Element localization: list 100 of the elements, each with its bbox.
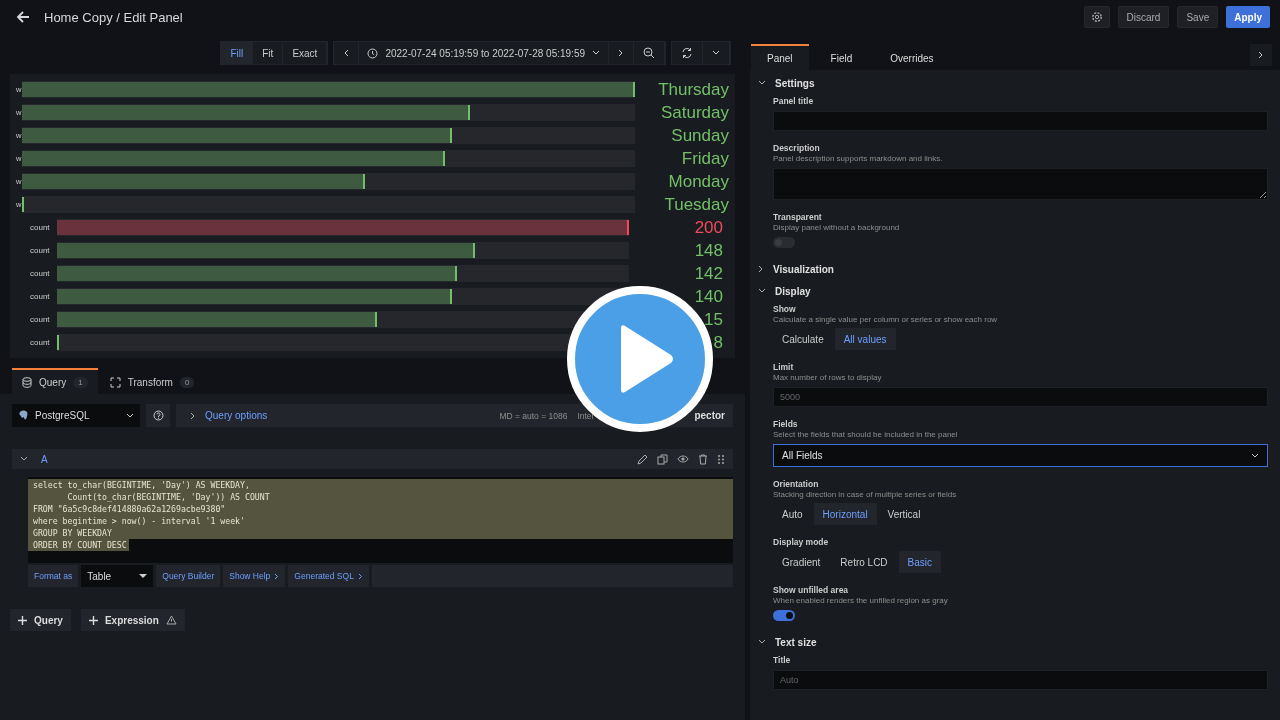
bar-value: Thursday xyxy=(658,79,729,99)
field-label: Description xyxy=(773,143,820,153)
editor-link-button[interactable]: Show Help xyxy=(223,565,286,587)
chevron-left-icon[interactable] xyxy=(343,49,350,57)
apply-button[interactable]: Apply xyxy=(1226,6,1270,28)
bar-value: 15 xyxy=(704,309,723,329)
bar-label: count xyxy=(30,338,51,347)
trash-icon[interactable] xyxy=(698,453,708,465)
radio-option[interactable]: Retro LCD xyxy=(831,551,897,573)
chevron-down-icon[interactable] xyxy=(758,639,766,645)
radio-option[interactable]: Gradient xyxy=(773,551,830,573)
plus-icon[interactable] xyxy=(18,615,27,625)
field-label: Show xyxy=(773,304,796,314)
input-field[interactable]: 5000 xyxy=(773,387,1268,407)
query-options-link[interactable]: Query options xyxy=(184,409,274,422)
field-label: Title xyxy=(773,655,791,665)
settings-button[interactable] xyxy=(1083,6,1110,28)
bar-value: Sunday xyxy=(671,125,729,145)
view-mode-button[interactable]: Fill xyxy=(221,42,254,64)
chevron-right-icon[interactable] xyxy=(1258,51,1264,59)
transform-icon[interactable] xyxy=(109,376,121,388)
plus-icon[interactable] xyxy=(88,615,98,625)
collapse-icon[interactable] xyxy=(20,456,28,462)
format-select[interactable]: Table xyxy=(81,565,154,587)
section-header[interactable]: Visualization xyxy=(758,258,834,280)
fields-select[interactable]: All Fields xyxy=(773,444,1268,467)
copy-icon[interactable] xyxy=(657,453,668,465)
edit-icon[interactable] xyxy=(637,453,648,465)
radio-option[interactable]: Vertical xyxy=(878,503,930,525)
radio-option[interactable]: Basic xyxy=(898,551,942,573)
caret-icon[interactable] xyxy=(126,412,134,419)
field-description: Max number of rows to display xyxy=(773,373,882,382)
zoom-out-icon[interactable] xyxy=(643,47,655,59)
radio-option[interactable]: Horizontal xyxy=(813,503,877,525)
caret-icon[interactable] xyxy=(712,50,720,56)
bar-label: count xyxy=(30,292,51,301)
bar-value: 148 xyxy=(694,240,723,260)
bar-value: 142 xyxy=(694,263,723,283)
sql-editor[interactable]: select to_char(BEGINTIME, 'Day') AS WEEKDAY, Count(to_char(BEGINTIME, 'Day')) AS COUNT FROM "6a5c9c8def414880a62a1269acbe9380" where begintime > now() - interval '1 week' GROUP BY WEEKDAY ORDER BY COUNT DESC xyxy=(28,477,733,563)
query-inspector-button[interactable]: pector xyxy=(694,404,733,427)
back-arrow-icon[interactable] xyxy=(16,10,30,24)
bar-value: Monday xyxy=(668,171,729,191)
section-header[interactable]: Display xyxy=(758,280,811,302)
eye-icon[interactable] xyxy=(677,454,689,464)
bar-label: count xyxy=(30,269,51,278)
field-label: Orientation xyxy=(773,479,819,489)
field-description: When enabled renders the unfilled region as gray xyxy=(773,596,948,605)
caret-icon[interactable] xyxy=(1251,452,1259,459)
caret-icon[interactable] xyxy=(592,50,600,56)
add-button[interactable]: Expression xyxy=(80,609,185,631)
section-header[interactable]: Settings xyxy=(758,72,815,94)
bar-value: Saturday xyxy=(660,102,729,122)
row-letter[interactable]: A xyxy=(41,453,48,465)
chevron-right-icon[interactable] xyxy=(274,572,280,580)
header-button[interactable]: Save xyxy=(1177,6,1219,28)
options-tab[interactable]: Overrides xyxy=(874,44,950,70)
page-title: Home Copy / Edit Panel xyxy=(44,9,183,25)
help-icon[interactable] xyxy=(152,410,164,421)
radio-option[interactable]: Calculate xyxy=(773,328,833,350)
query-tab[interactable]: Query 1 xyxy=(12,368,98,394)
chevron-right-icon[interactable] xyxy=(758,265,764,273)
toggle-switch[interactable] xyxy=(773,237,795,248)
database-icon[interactable] xyxy=(22,376,32,388)
options-tab[interactable]: Panel xyxy=(751,44,809,70)
input-field[interactable]: Auto xyxy=(773,670,1268,690)
clock-icon[interactable] xyxy=(367,47,379,59)
gear-icon[interactable] xyxy=(1090,11,1103,23)
chevron-right-icon[interactable] xyxy=(357,572,363,580)
radio-option[interactable]: Auto xyxy=(773,503,812,525)
add-button[interactable]: Query xyxy=(10,609,71,631)
chevron-right-icon[interactable] xyxy=(190,411,196,420)
caret-icon[interactable] xyxy=(139,573,148,579)
editor-link-button[interactable]: Query Builder xyxy=(156,565,221,587)
chevron-down-icon[interactable] xyxy=(758,288,766,294)
field-label: Panel title xyxy=(773,96,814,106)
toggle-switch[interactable] xyxy=(773,610,795,621)
field-label: Fields xyxy=(773,419,798,429)
bar-value: Friday xyxy=(681,148,729,168)
chevron-right-icon[interactable] xyxy=(618,49,624,57)
bar-value: 200 xyxy=(694,217,723,237)
bar-value: 8 xyxy=(713,332,723,352)
interval-info: Inter xyxy=(577,410,595,421)
datasource-select[interactable]: PostgreSQL xyxy=(12,404,140,427)
bar-label: count xyxy=(30,223,51,232)
chevron-down-icon[interactable] xyxy=(758,80,766,86)
field-description: Stacking direction in case of multiple series or fields xyxy=(773,490,957,499)
drag-handle-icon[interactable] xyxy=(717,453,725,465)
format-label: Format as xyxy=(28,565,79,587)
radio-option[interactable]: All values xyxy=(834,328,896,350)
field-description: Panel description supports markdown and links. xyxy=(773,154,943,163)
header-button[interactable]: Discard xyxy=(1117,6,1170,28)
section-header[interactable]: Text size xyxy=(758,631,817,653)
field-label: Show unfilled area xyxy=(773,585,849,595)
help-button[interactable] xyxy=(146,404,170,427)
editor-link-button[interactable]: Generated SQL xyxy=(288,565,369,587)
options-tab[interactable]: Field xyxy=(814,44,869,70)
field-description: Select the fields that should be included in the panel xyxy=(773,430,958,439)
query-tab[interactable]: Transform 0 xyxy=(99,368,205,394)
field-label: Display mode xyxy=(773,537,829,547)
refresh-icon[interactable] xyxy=(681,47,693,59)
